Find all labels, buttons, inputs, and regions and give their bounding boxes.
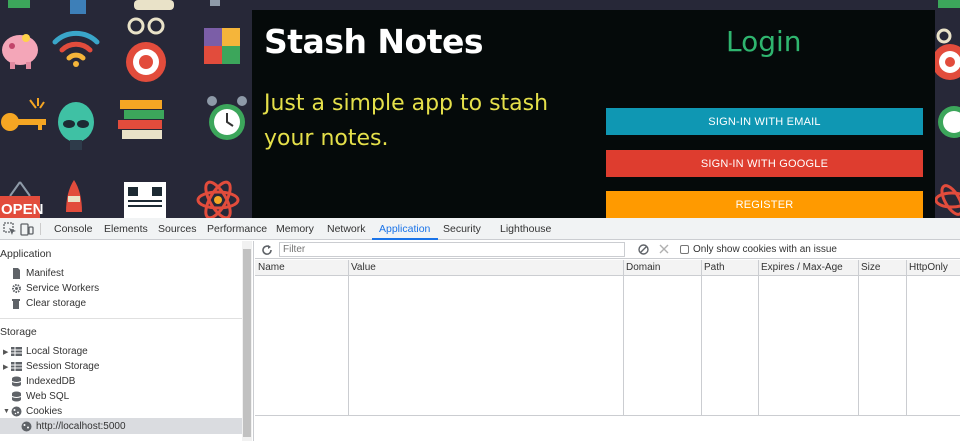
sidebar-item-session-storage[interactable]: ▶ Session Storage — [3, 359, 99, 374]
cookies-toolbar: Only show cookies with an issue — [255, 241, 960, 259]
column-header-name[interactable]: Name — [255, 260, 285, 276]
newspaper-icon — [124, 182, 166, 218]
sidebar-heading-storage: Storage — [0, 326, 37, 338]
gear-icon — [12, 284, 21, 293]
filter-input[interactable] — [279, 242, 625, 257]
sidebar-item-label: Session Storage — [26, 361, 100, 372]
tab-network[interactable]: Network — [327, 218, 366, 240]
cookies-table-header: Name Value Domain Path Expires / Max-Age… — [255, 260, 960, 276]
atom-icon — [196, 180, 240, 218]
tab-performance[interactable]: Performance — [207, 218, 267, 240]
cookie-icon — [11, 406, 22, 417]
sidebar-item-label: Local Storage — [26, 346, 88, 357]
sidebar-scrollbar-thumb[interactable] — [243, 249, 251, 437]
column-header-value[interactable]: Value — [348, 260, 376, 276]
column-header-httponly[interactable]: HttpOnly — [906, 260, 948, 276]
inspect-element-icon[interactable] — [3, 222, 17, 236]
device-toolbar-icon[interactable] — [20, 222, 34, 236]
document-icon — [13, 268, 20, 279]
sidebar-item-cookie-origin[interactable]: http://localhost:5000 — [21, 419, 126, 434]
column-divider — [758, 260, 759, 415]
right-target-icon — [932, 28, 960, 80]
piggy-bank-icon — [2, 34, 38, 69]
sidebar-item-cookies[interactable]: ▼ Cookies — [3, 404, 62, 419]
sidebar-item-label: Web SQL — [26, 391, 70, 402]
sidebar-divider — [0, 318, 242, 319]
cookies-pane: Only show cookies with an issue Name Val… — [255, 241, 960, 441]
svg-text:OPEN: OPEN — [1, 201, 44, 218]
cookies-table: Name Value Domain Path Expires / Max-Age… — [255, 260, 960, 416]
target-icon — [126, 17, 166, 82]
sidebar-item-label: Cookies — [26, 406, 63, 417]
sidebar-item-clear-storage[interactable]: Clear storage — [11, 296, 86, 311]
tab-application[interactable]: Application — [372, 218, 439, 240]
devtools-tabbar: Console Elements Sources Performance Mem… — [0, 218, 960, 240]
sign-in-google-button[interactable]: SIGN-IN WITH GOOGLE — [606, 150, 923, 177]
grid-icon — [11, 347, 22, 356]
sidebar-item-label: Clear storage — [26, 298, 87, 309]
expand-triangle-icon[interactable]: ▶ — [3, 363, 11, 371]
sidebar-item-label: http://localhost:5000 — [36, 421, 126, 432]
open-sign-icon: OPEN — [0, 181, 44, 218]
column-divider — [348, 260, 349, 415]
collapse-triangle-icon[interactable]: ▼ — [3, 408, 11, 415]
sign-in-email-button[interactable]: SIGN-IN WITH EMAIL — [606, 108, 923, 135]
delete-selected-icon[interactable] — [659, 244, 669, 254]
sidebar-item-label: Service Workers — [26, 283, 100, 294]
sidebar-item-manifest[interactable]: Manifest — [11, 266, 64, 281]
tab-elements[interactable]: Elements — [104, 218, 148, 240]
cookie-icon — [21, 421, 32, 432]
sidebar-item-web-sql[interactable]: Web SQL — [11, 389, 69, 404]
right-clock-icon — [938, 106, 960, 138]
puzzle-icon — [204, 28, 240, 64]
tab-security[interactable]: Security — [443, 218, 481, 240]
database-icon — [11, 376, 22, 387]
column-header-path[interactable]: Path — [701, 260, 725, 276]
right-atom-icon — [934, 184, 960, 216]
sidebar-item-label: IndexedDB — [26, 376, 76, 387]
books-icon — [118, 100, 164, 139]
column-divider — [858, 260, 859, 415]
sidebar-scrollbar[interactable] — [242, 241, 252, 441]
column-header-domain[interactable]: Domain — [623, 260, 660, 276]
web-page-viewport: OPEN Stash Notes Just a simple app to st… — [0, 0, 960, 218]
clear-all-icon[interactable] — [638, 244, 649, 255]
column-divider — [701, 260, 702, 415]
app-tagline: Just a simple app to stash your notes. — [264, 91, 549, 151]
column-header-expires[interactable]: Expires / Max-Age — [758, 260, 843, 276]
tab-sources[interactable]: Sources — [158, 218, 197, 240]
alien-icon — [58, 102, 94, 150]
tabbar-separator — [40, 223, 41, 235]
refresh-icon[interactable] — [261, 244, 273, 256]
sidebar-item-label: Manifest — [26, 268, 64, 279]
landing-card: Stash Notes Just a simple app to stash y… — [252, 10, 935, 218]
sidebar-item-local-storage[interactable]: ▶ Local Storage — [3, 344, 88, 359]
tab-console[interactable]: Console — [54, 218, 93, 240]
alarm-clock-icon — [207, 96, 247, 140]
grid-icon — [11, 362, 22, 371]
sidebar-item-service-workers[interactable]: Service Workers — [11, 281, 99, 296]
sidebar-item-indexeddb[interactable]: IndexedDB — [11, 374, 75, 389]
sidebar-heading-application: Application — [0, 248, 52, 260]
app-title: Stash Notes — [264, 22, 484, 61]
column-divider — [623, 260, 624, 415]
only-issues-label: Only show cookies with an issue — [693, 244, 837, 255]
trash-icon — [12, 299, 20, 309]
expand-triangle-icon[interactable]: ▶ — [3, 348, 11, 356]
rocket-icon — [66, 180, 82, 212]
register-button[interactable]: REGISTER — [606, 191, 923, 218]
database-icon — [11, 391, 22, 402]
login-heading: Login — [726, 25, 802, 58]
tab-memory[interactable]: Memory — [276, 218, 314, 240]
tab-lighthouse[interactable]: Lighthouse — [500, 218, 551, 240]
column-divider — [906, 260, 907, 415]
wifi-icon — [52, 30, 100, 67]
devtools-panel: Console Elements Sources Performance Mem… — [0, 218, 960, 441]
application-sidebar: Application Manifest Service Workers Cle… — [0, 241, 254, 441]
key-icon — [1, 98, 46, 131]
only-issues-checkbox[interactable] — [680, 245, 689, 254]
column-header-size[interactable]: Size — [858, 260, 880, 276]
